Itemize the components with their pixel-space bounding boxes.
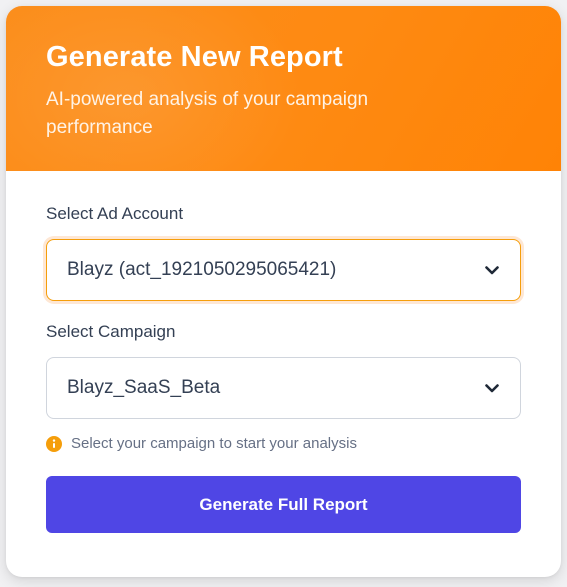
- campaign-label: Select Campaign: [46, 322, 176, 341]
- ad-account-selected-value: Blayz (act_1921050295065421): [67, 259, 337, 280]
- info-icon: [46, 436, 62, 452]
- page-subtitle: AI-powered analysis of your campaign per…: [46, 89, 369, 138]
- campaign-select[interactable]: Blayz_SaaS_Beta: [46, 357, 521, 419]
- card-body: Select Ad Account Blayz (act_19210502950…: [6, 171, 561, 533]
- chevron-down-icon: [484, 380, 500, 396]
- card-header: Generate New Report AI-powered analysis …: [6, 6, 561, 171]
- ad-account-select[interactable]: Blayz (act_1921050295065421): [46, 239, 521, 301]
- campaign-selected-value: Blayz_SaaS_Beta: [67, 377, 221, 398]
- chevron-down-icon: [484, 262, 500, 278]
- page-title: Generate New Report: [46, 41, 343, 73]
- report-card: Generate New Report AI-powered analysis …: [6, 6, 561, 577]
- ad-account-label: Select Ad Account: [46, 204, 184, 223]
- hint-text: Select your campaign to start your analy…: [71, 435, 357, 452]
- generate-report-button[interactable]: Generate Full Report: [46, 476, 521, 533]
- campaign-hint: Select your campaign to start your analy…: [46, 435, 521, 453]
